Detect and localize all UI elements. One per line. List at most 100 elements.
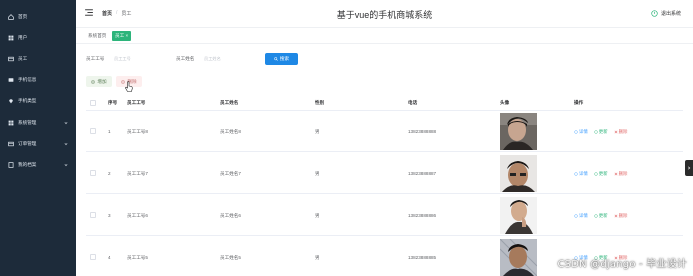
tag-current[interactable]: 员工 × (112, 31, 132, 41)
search-button-label: 搜索 (279, 56, 290, 61)
cell-gender: 男 (315, 213, 320, 218)
card-icon (8, 141, 14, 147)
search-button[interactable]: 搜索 (265, 53, 298, 65)
cell-gender: 男 (315, 255, 320, 260)
logout-label: 退出系统 (660, 11, 681, 17)
remove-link[interactable]: 删除 (614, 213, 627, 219)
avatar (500, 239, 537, 276)
chevron-right-icon (688, 166, 691, 170)
column-header-avatar: 头像 (500, 100, 510, 105)
close-icon (614, 214, 617, 217)
column-header-gender: 性别 (315, 100, 325, 105)
cell-name: 员工姓名7 (220, 171, 241, 176)
cell-gender: 男 (315, 171, 320, 176)
edit-link[interactable]: 更新 (594, 129, 608, 135)
sidebar-item-label: 手机类型 (18, 98, 37, 103)
cell-emp-no: 员工工号8 (127, 129, 148, 134)
sidebar-item-profile[interactable]: 我的档案 (0, 157, 76, 173)
column-header-name: 员工姓名 (220, 100, 239, 105)
cell-index: 3 (108, 213, 111, 218)
chevron-down-icon (64, 164, 68, 167)
tag-home[interactable]: 系统首页 (85, 31, 109, 41)
row-actions: 详情 更新 删除 (574, 195, 627, 236)
sidebar-item-label: 首页 (18, 14, 28, 19)
detail-link[interactable]: 详情 (574, 171, 588, 177)
cell-gender: 男 (315, 129, 320, 134)
emp-no-input[interactable]: 员工工号 (112, 53, 156, 64)
cell-emp-no: 员工工号6 (127, 213, 148, 218)
search-icon (274, 57, 278, 61)
hand-cursor-icon (125, 81, 133, 92)
cell-name: 员工姓名8 (220, 129, 241, 134)
sidebar-item-orders[interactable]: 订单管理 (0, 136, 76, 152)
chevron-down-icon (64, 122, 68, 125)
emp-name-label: 员工姓名 (176, 56, 195, 61)
emp-no-label: 员工工号 (86, 56, 105, 61)
cell-index: 2 (108, 171, 111, 176)
sidebar-item-label: 员工 (18, 56, 28, 61)
sidebar-item-home[interactable]: 首页 (0, 9, 76, 25)
cell-emp-no: 员工工号7 (127, 171, 148, 176)
plus-icon (91, 79, 96, 84)
card-icon (8, 56, 14, 62)
sidebar-item-users[interactable]: 用户 (0, 30, 76, 46)
edit-icon (594, 213, 598, 218)
phone-icon (8, 77, 14, 83)
table-row: 2 员工工号7 员工姓名7 男 13823888887 详情 更新 删除 (86, 153, 683, 194)
sidebar-item-phone-type[interactable]: 手机类型 (0, 93, 76, 109)
location-icon (8, 98, 14, 104)
edit-label: 更新 (598, 128, 608, 134)
sidebar-item-label: 我的档案 (18, 162, 37, 167)
row-checkbox[interactable] (90, 128, 96, 134)
column-header-emp-no: 员工工号 (127, 100, 146, 105)
close-icon (614, 172, 617, 175)
logout-button[interactable]: 退出系统 (651, 10, 681, 17)
add-button[interactable]: 增加 (86, 76, 112, 87)
sidebar-item-phone-info[interactable]: 手机信息 (0, 72, 76, 88)
side-panel-toggle[interactable] (685, 160, 693, 176)
add-button-label: 增加 (97, 78, 107, 84)
tags-bar: 系统首页 员工 × (76, 28, 693, 44)
sidebar-item-label: 订单管理 (18, 141, 37, 146)
avatar (500, 155, 537, 192)
remove-link[interactable]: 删除 (614, 170, 628, 177)
chevron-down-icon (64, 143, 68, 146)
select-all-checkbox[interactable] (90, 100, 96, 106)
eye-icon (574, 213, 578, 218)
row-checkbox[interactable] (90, 254, 96, 260)
edit-icon (594, 171, 598, 176)
remove-link[interactable]: 删除 (614, 128, 628, 135)
edit-link[interactable]: 更新 (594, 171, 608, 177)
row-checkbox[interactable] (90, 170, 96, 176)
detail-label: 详情 (579, 212, 588, 218)
sidebar-item-system[interactable]: 系统管理 (0, 115, 76, 131)
row-checkbox[interactable] (90, 212, 96, 218)
sidebar-item-label: 手机信息 (18, 77, 37, 82)
cell-index: 1 (108, 129, 111, 134)
detail-label: 详情 (579, 170, 588, 176)
sidebar-item-label: 系统管理 (18, 120, 37, 125)
edit-icon (594, 129, 598, 134)
edit-link[interactable]: 更新 (594, 213, 608, 219)
sidebar-item-label: 用户 (18, 35, 28, 40)
eye-icon (574, 129, 578, 134)
avatar (500, 197, 537, 234)
cell-phone: 13823888885 (408, 255, 437, 260)
home-icon (8, 14, 14, 20)
cell-emp-no: 员工工号5 (127, 255, 148, 260)
remove-label: 删除 (618, 170, 628, 176)
row-actions: 详情 更新 删除 (574, 153, 627, 194)
detail-link[interactable]: 详情 (574, 213, 588, 219)
edit-label: 更新 (598, 212, 608, 218)
cell-phone: 13823888888 (408, 129, 437, 134)
sidebar-item-employees[interactable]: 员工 (0, 51, 76, 67)
emp-name-input[interactable]: 员工姓名 (202, 53, 246, 64)
detail-link[interactable]: 详情 (574, 129, 588, 135)
watermark: CSDN @django - 毕业设计 (557, 259, 687, 270)
eye-icon (574, 171, 578, 176)
sidebar: 首页 用户 员工 手机信息 手机类型 系统管理 订单管理 我的档案 (0, 0, 76, 276)
remove-label: 删除 (618, 128, 628, 134)
cell-name: 员工姓名5 (220, 255, 241, 260)
top-header: 首页 / 员工 基于vue的手机商城系统 退出系统 (76, 0, 693, 28)
grid-icon (8, 35, 14, 41)
